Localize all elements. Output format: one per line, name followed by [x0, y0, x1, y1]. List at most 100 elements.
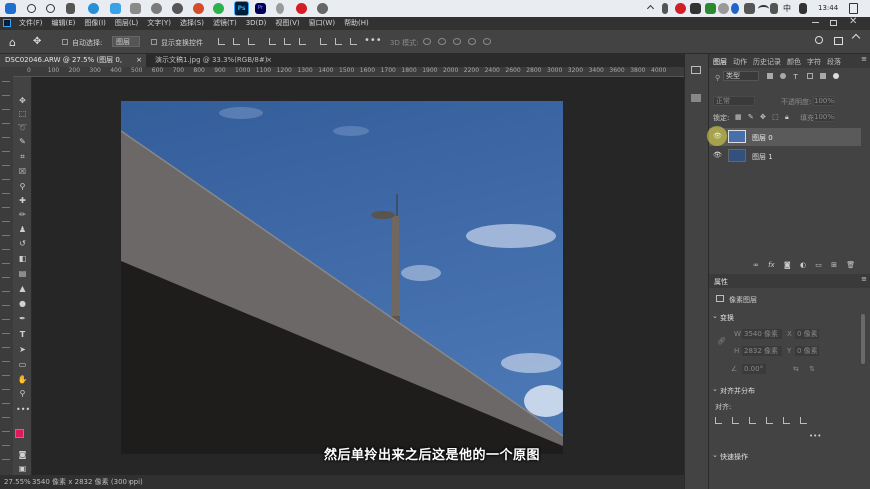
notification-icon[interactable] [849, 3, 858, 14]
quick-select-tool-icon[interactable]: ✎ [16, 136, 29, 147]
flip-vertical-icon[interactable]: ⇅ [809, 365, 815, 373]
y-input[interactable]: 0 像素 [795, 346, 819, 356]
width-input[interactable]: 3540 像素 [742, 329, 782, 339]
lock-image-icon[interactable]: ✎ [748, 113, 754, 121]
tray-icon[interactable] [799, 3, 807, 14]
align-icon[interactable] [766, 417, 773, 424]
lock-transparent-icon[interactable]: ▦ [735, 113, 742, 121]
auto-select-checkbox[interactable] [62, 39, 68, 45]
menu-item[interactable]: 视图(V) [275, 17, 299, 30]
close-tab-icon[interactable]: × [136, 54, 142, 67]
hand-tool-icon[interactable]: ✋ [16, 374, 29, 385]
panel-tab[interactable]: 字符 [807, 57, 821, 67]
mode-3d-icon[interactable] [423, 38, 431, 45]
blur-tool-icon[interactable]: ▲ [16, 283, 29, 294]
menu-item[interactable]: 选择(S) [180, 17, 204, 30]
align-icon[interactable] [233, 38, 240, 45]
edge-icon[interactable] [88, 3, 99, 14]
app-icon[interactable] [276, 3, 284, 14]
fill-input[interactable]: 100% [813, 112, 835, 122]
app-icon[interactable] [151, 3, 162, 14]
tray-nvidia-icon[interactable] [705, 3, 716, 14]
show-transform-checkbox[interactable] [151, 39, 157, 45]
adjustment-filter-icon[interactable] [780, 73, 787, 79]
layer-name[interactable]: 图层 1 [752, 152, 773, 162]
foreground-color-swatch[interactable] [15, 429, 24, 438]
bluetooth-icon[interactable] [731, 3, 739, 14]
more-tools-icon[interactable]: ••• [16, 404, 30, 415]
add-mask-icon[interactable]: ◙ [784, 261, 791, 269]
workspace-icon[interactable] [834, 37, 843, 45]
healing-brush-tool-icon[interactable]: ✚ [16, 195, 29, 206]
menu-item[interactable]: 窗口(W) [309, 17, 335, 30]
transform-chevron-icon[interactable]: ⌄ [712, 312, 718, 320]
frame-tool-icon[interactable]: ☒ [16, 166, 29, 177]
app-icon[interactable] [130, 3, 141, 14]
rectangle-tool-icon[interactable]: ▭ [16, 359, 29, 370]
menu-item[interactable]: 图像(I) [84, 17, 106, 30]
brush-tool-icon[interactable]: ✏ [16, 209, 29, 220]
quick-mask-icon[interactable]: ◙ [16, 449, 29, 460]
menu-item[interactable]: 文字(Y) [147, 17, 171, 30]
lock-all-icon[interactable]: 🔒︎ [785, 113, 789, 121]
visibility-eye-icon[interactable]: 👁︎ [713, 151, 722, 159]
input-language-indicator[interactable]: 中 [783, 3, 791, 14]
type-filter-icon[interactable]: T [793, 74, 799, 81]
panel-tab[interactable]: 动作 [733, 57, 747, 67]
tray-icon[interactable] [690, 3, 701, 14]
history-brush-tool-icon[interactable]: ↺ [16, 238, 29, 249]
eraser-tool-icon[interactable]: ◧ [16, 253, 29, 264]
minimize-icon[interactable] [812, 22, 819, 23]
search-icon[interactable] [27, 4, 36, 13]
align-icon[interactable] [320, 38, 327, 45]
tray-record-icon[interactable] [675, 3, 686, 14]
windows-start-icon[interactable] [5, 3, 16, 14]
align-icon[interactable] [732, 417, 739, 424]
settings-icon[interactable] [317, 3, 328, 14]
close-icon[interactable]: ✕ [849, 16, 857, 27]
shape-filter-icon[interactable] [806, 73, 813, 79]
mode-3d-icon[interactable] [453, 38, 461, 45]
clock[interactable]: 13:44 [818, 4, 838, 12]
eyedropper-tool-icon[interactable]: ⚲ [16, 181, 29, 192]
tray-icon[interactable] [662, 3, 668, 14]
layer-row-0[interactable]: 👁︎ 图层 0 [707, 126, 861, 146]
menu-item[interactable]: 文件(F) [19, 17, 43, 30]
app-icon[interactable] [172, 3, 183, 14]
panel-icon[interactable] [691, 66, 701, 74]
marquee-tool-icon[interactable]: ⬚ [16, 108, 29, 119]
share-icon[interactable] [851, 33, 861, 43]
filter-toggle-icon[interactable] [833, 73, 840, 79]
photoshop-icon[interactable]: Ps [234, 1, 249, 16]
align-icon[interactable] [284, 38, 291, 45]
menu-item[interactable]: 帮助(H) [344, 17, 369, 30]
layer-style-icon[interactable]: fx [768, 261, 775, 269]
app-icon[interactable] [193, 3, 204, 14]
mode-3d-icon[interactable] [438, 38, 446, 45]
document-canvas[interactable] [121, 101, 563, 454]
height-input[interactable]: 2832 像素 [742, 346, 782, 356]
mode-3d-icon[interactable] [468, 38, 476, 45]
align-chevron-icon[interactable]: ⌄ [712, 385, 718, 393]
wifi-icon[interactable] [758, 5, 769, 13]
opacity-input[interactable]: 100% [813, 96, 835, 106]
search-icon[interactable] [815, 36, 823, 44]
panel-tab[interactable]: 图层 [713, 57, 727, 67]
align-icon[interactable] [350, 38, 357, 45]
chevron-up-icon[interactable] [646, 4, 655, 13]
crop-tool-icon[interactable]: ⌗ [16, 151, 29, 162]
x-input[interactable]: 0 像素 [795, 329, 819, 339]
align-icon[interactable] [715, 417, 722, 424]
smart-object-filter-icon[interactable] [819, 73, 826, 79]
adjustment-layer-icon[interactable]: ◐ [800, 261, 806, 269]
menu-item[interactable]: 图层(L) [115, 17, 138, 30]
align-icon[interactable] [335, 38, 342, 45]
record-icon[interactable] [296, 3, 307, 14]
zoom-level[interactable]: 27.55% [4, 475, 31, 489]
panel-icon[interactable] [691, 94, 701, 102]
panel-tab[interactable]: 段落 [827, 57, 841, 67]
more-align-icon[interactable]: ••• [809, 432, 821, 440]
gradient-tool-icon[interactable]: ▤ [16, 268, 29, 279]
type-tool-icon[interactable]: T [16, 329, 29, 340]
lock-artboard-icon[interactable]: ⬚ [772, 113, 779, 121]
